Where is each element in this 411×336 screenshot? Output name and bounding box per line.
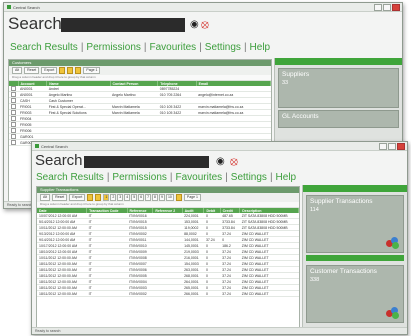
table-row[interactable]: 18/11/2012 12:00:00 AM IT IT/INV0002 266,00…: [37, 290, 299, 297]
table-cell: IT/INV0002: [127, 290, 153, 297]
suppliers-card[interactable]: Suppliers 33: [278, 68, 399, 108]
binoculars-icon[interactable]: ◉: [190, 20, 199, 30]
status-bar: Ready to search: [32, 327, 407, 334]
supplier-transactions-panel: Supplier Transactions Alt Reset Export 1…: [36, 186, 300, 328]
pager-page-button[interactable]: 9: [159, 194, 165, 201]
table-cell: 18/11/2012 12:00:00 AM: [37, 290, 87, 297]
table-cell: [152, 290, 183, 297]
window-controls: [374, 4, 400, 11]
menu-search-results[interactable]: Search Results: [10, 42, 78, 53]
card-count: 114: [310, 207, 319, 213]
window-title: Central Search: [41, 143, 68, 149]
maximize-button[interactable]: [383, 4, 391, 11]
customers-table: Account Name Contact Person Telephone Em…: [9, 81, 271, 146]
pager-first-button[interactable]: [59, 67, 66, 74]
search-label: Search: [8, 14, 62, 33]
gl-accounts-card[interactable]: GL Accounts: [278, 110, 399, 128]
alt-button[interactable]: Alt: [12, 67, 23, 74]
search-label: Search: [35, 152, 83, 169]
pager-next-button[interactable]: [75, 67, 82, 74]
close-window-button[interactable]: [397, 143, 405, 150]
minimize-button[interactable]: [379, 143, 387, 150]
table-cell: 266,0001: [182, 290, 204, 297]
summary-sidebar: Supplier Transactions 114 Customer Trans…: [302, 185, 407, 328]
card-title: Suppliers: [282, 71, 310, 78]
export-button[interactable]: Export: [69, 194, 86, 201]
pager-page-button[interactable]: 5: [131, 194, 138, 201]
menu-help[interactable]: Help: [276, 172, 297, 183]
maximize-button[interactable]: [388, 143, 396, 150]
users-icon: [386, 235, 400, 249]
search-input[interactable]: [84, 156, 209, 168]
sidebar-header: [303, 185, 407, 192]
title-bar: Central Search: [32, 142, 407, 151]
app-icon: [35, 144, 39, 148]
main-menu: Search Results | Permissions | Favourites |…: [36, 172, 297, 183]
grid-toolbar: Alt Reset Export 1 2 3 4 5 6 7 8 9 10 Page 1: [37, 193, 299, 202]
menu-favourites[interactable]: Favourites: [150, 42, 197, 53]
pager-page-button[interactable]: 10: [165, 194, 174, 201]
app-icon: [7, 5, 11, 9]
close-icon[interactable]: ⦻: [201, 18, 209, 30]
pager-pages: 1 2 3 4 5 6 7 8 9 10: [103, 194, 174, 201]
title-bar: Central Search: [4, 3, 402, 12]
card-count: 338: [310, 277, 320, 283]
pager-next-button[interactable]: [175, 194, 182, 201]
search-header: Search ◉ ⦻: [4, 12, 402, 34]
pager-page-button[interactable]: 8: [152, 194, 158, 201]
menu-search-results[interactable]: Search Results: [36, 172, 104, 183]
main-menu: Search Results | Permissions | Favourites |…: [10, 42, 271, 53]
menu-help[interactable]: Help: [250, 42, 271, 53]
reset-button[interactable]: Reset: [52, 194, 68, 201]
card-count: 33: [282, 80, 289, 86]
pager-page-button[interactable]: 2: [110, 194, 117, 201]
window-title: Central Search: [13, 4, 40, 10]
card-title: Supplier Transactions: [310, 198, 373, 205]
pager-first-button[interactable]: [87, 194, 94, 201]
search-header: Search ◉ ⦻: [32, 151, 407, 173]
card-title: GL Accounts: [282, 113, 319, 120]
page-select[interactable]: Page 1: [83, 67, 101, 74]
supplier-transactions-card[interactable]: Supplier Transactions 114: [306, 195, 404, 253]
close-window-button[interactable]: [392, 4, 400, 11]
card-title: Customer Transactions: [310, 268, 377, 275]
search-input[interactable]: [61, 18, 185, 32]
menu-settings[interactable]: Settings: [205, 42, 241, 53]
table-cell: IT: [86, 290, 128, 297]
alt-button[interactable]: Alt: [40, 194, 51, 201]
menu-permissions[interactable]: Permissions: [86, 42, 140, 53]
pager-page-button[interactable]: 6: [138, 194, 145, 201]
table-cell: ZIM CD WALLET: [239, 290, 299, 297]
binoculars-icon[interactable]: ◉: [216, 157, 225, 167]
menu-permissions[interactable]: Permissions: [112, 172, 166, 183]
reset-button[interactable]: Reset: [24, 67, 40, 74]
pager-page-button[interactable]: 1: [103, 194, 110, 201]
export-button[interactable]: Export: [41, 67, 58, 74]
pager-page-button[interactable]: 3: [117, 194, 124, 201]
row-checkbox[interactable]: [9, 139, 18, 146]
close-icon[interactable]: ⦻: [230, 155, 238, 167]
sidebar-header: [275, 58, 402, 65]
minimize-button[interactable]: [374, 4, 382, 11]
pager-page-button[interactable]: 7: [145, 194, 152, 201]
table-cell: 37.24: [220, 290, 240, 297]
pager-prev-button[interactable]: [95, 194, 102, 201]
table-cell: 0: [203, 290, 221, 297]
central-search-window-front: Central Search Search ◉ ⦻ Search Results…: [31, 141, 408, 335]
transactions-table: Date Transaction Code Reference Referenc…: [37, 208, 299, 297]
window-controls: [379, 143, 405, 150]
grid-toolbar: Alt Reset Export Page 1: [9, 66, 271, 75]
page-select[interactable]: Page 1: [183, 194, 201, 201]
users-icon: [386, 305, 400, 319]
pager-prev-button[interactable]: [67, 67, 74, 74]
menu-settings[interactable]: Settings: [231, 172, 267, 183]
pager-page-button[interactable]: 4: [124, 194, 131, 201]
menu-favourites[interactable]: Favourites: [176, 172, 223, 183]
customer-transactions-card[interactable]: Customer Transactions 338: [306, 265, 404, 323]
sidebar-divider: [306, 255, 404, 261]
